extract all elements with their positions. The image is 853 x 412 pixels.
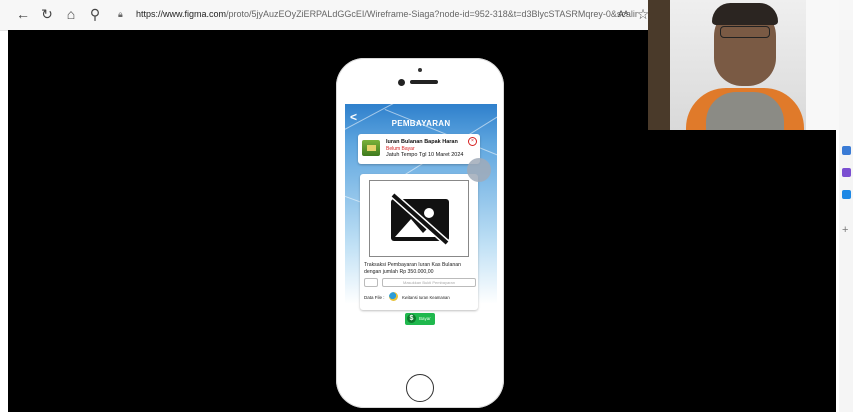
upload-proof-button[interactable]: Masukkan Bukti Pembayaran xyxy=(382,278,476,287)
webcam-person xyxy=(712,3,778,25)
address-bar[interactable]: 🔒︎ https://www.figma.com/proto/5jyAuzEOyZ… xyxy=(118,5,638,23)
pay-button[interactable]: $ Bayar xyxy=(405,313,435,325)
webcam-overlay xyxy=(648,0,839,130)
upload-row: Masukkan Bukti Pembayaran xyxy=(364,278,476,288)
webcam-background xyxy=(648,0,670,130)
search-icon[interactable]: ⚲ xyxy=(86,5,104,23)
tap-indicator xyxy=(467,158,491,182)
payment-detail-card: Traksaksi Pembayaran Iuran Kas Bulanan d… xyxy=(360,174,478,310)
webcam-background xyxy=(806,0,839,130)
browser-sidebar xyxy=(839,30,853,412)
transaction-description: Traksaksi Pembayaran Iuran Kas Bulanan d… xyxy=(364,262,461,275)
sidebar-app-icon[interactable] xyxy=(842,168,851,177)
refresh-icon[interactable]: ↻ xyxy=(38,5,56,23)
phone-camera xyxy=(418,68,422,72)
dollar-icon: $ xyxy=(407,314,416,323)
sidebar-app-icon[interactable] xyxy=(842,146,851,155)
bill-card[interactable]: Iuran Bulanan Bapak Haran Belum Bayar Ja… xyxy=(358,134,480,164)
url-path: /proto/5jyAuzEOyZiERPALdGGcEI/Wireframe-… xyxy=(226,9,638,19)
camera-button[interactable] xyxy=(364,278,378,287)
phone-sensor xyxy=(398,79,405,86)
reader-icon[interactable]: Aᴬ xyxy=(614,5,632,23)
sidebar-app-icon[interactable] xyxy=(842,190,851,199)
app-screen: < PEMBAYARAN Iuran Bulanan Bapak Haran B… xyxy=(345,104,497,372)
phone-home-button[interactable] xyxy=(406,374,434,402)
file-label: Data File : xyxy=(364,295,385,300)
image-off-icon xyxy=(390,193,450,245)
bill-title: Iuran Bulanan Bapak Haran xyxy=(386,139,458,145)
back-icon[interactable]: ← xyxy=(14,5,32,23)
close-icon[interactable]: × xyxy=(468,137,477,146)
home-icon[interactable]: ⌂ xyxy=(62,5,80,23)
pay-button-label: Bayar xyxy=(419,316,431,321)
add-icon[interactable]: + xyxy=(842,224,848,236)
webcam-person xyxy=(720,26,770,38)
webcam-person xyxy=(706,92,784,130)
phone-speaker xyxy=(410,80,438,84)
file-icon xyxy=(389,292,398,301)
file-name[interactable]: Kwitansi Iuran Keamanan xyxy=(402,295,450,300)
url-host: https://www.figma.com xyxy=(136,9,227,19)
money-icon xyxy=(362,140,380,156)
page-title: PEMBAYARAN xyxy=(391,119,451,128)
lock-icon: 🔒︎ xyxy=(118,9,123,19)
proof-image-placeholder[interactable] xyxy=(369,180,469,257)
bill-due-date: Jatuh Tempo Tgl 10 Maret 2024 xyxy=(386,152,464,158)
